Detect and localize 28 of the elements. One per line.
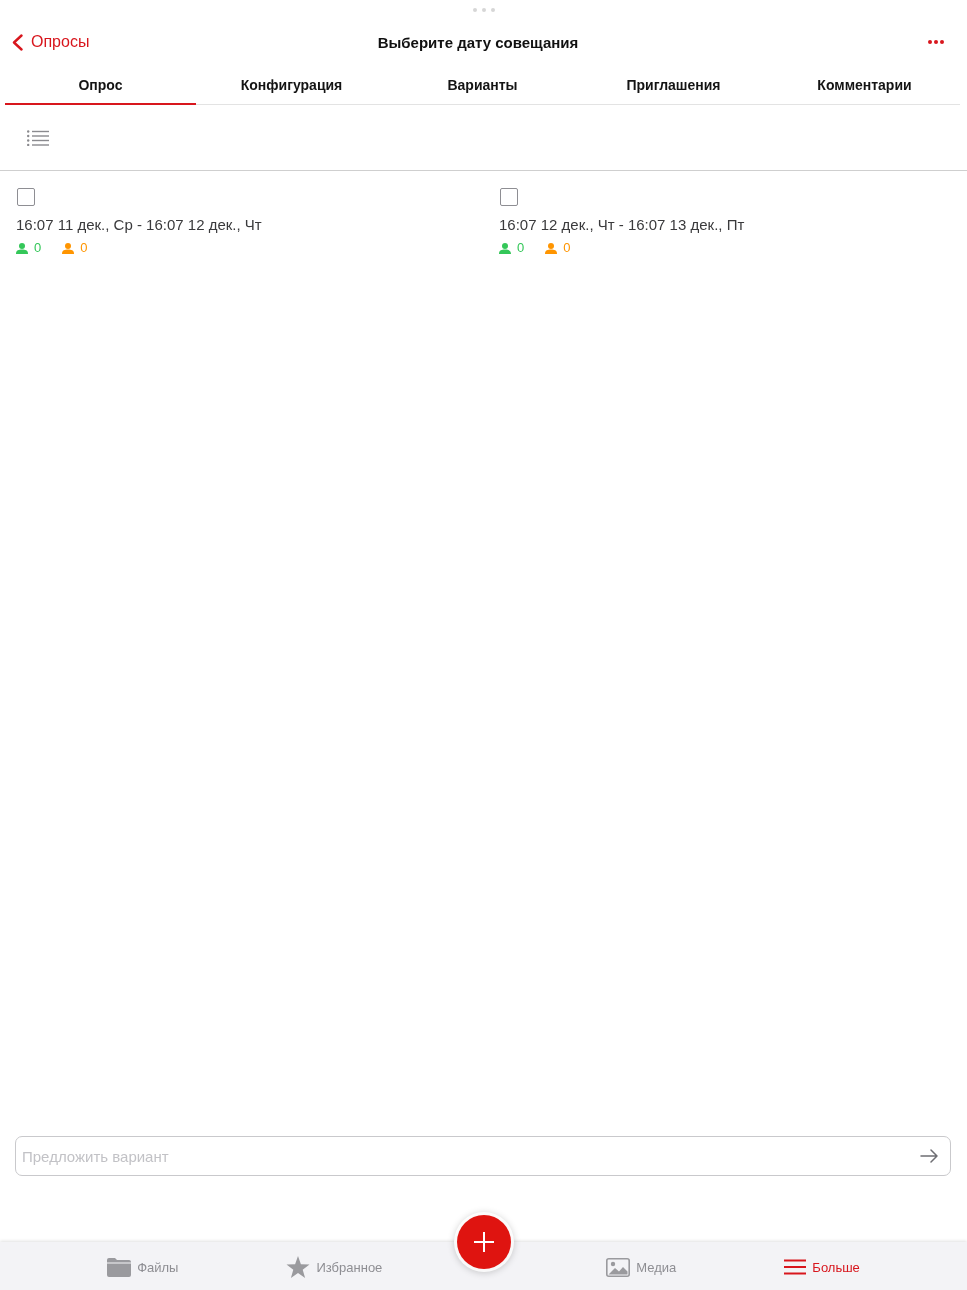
chevron-left-icon: [12, 33, 23, 51]
folder-icon: [107, 1257, 132, 1277]
plus-icon: [473, 1232, 494, 1252]
tab[interactable]: Опрос: [5, 64, 196, 105]
tab-bar-item[interactable]: Больше: [784, 1259, 860, 1275]
vote-count: 0: [517, 240, 525, 256]
suggest-field[interactable]: Предложить вариант: [15, 1136, 951, 1176]
arrow-right-icon[interactable]: [920, 1149, 938, 1163]
date-range-label: 16:07 11 дек., Ср - 16:07 12 дек., Чт: [16, 215, 262, 235]
handle-icon[interactable]: [472, 8, 495, 12]
vote-count: 0: [80, 240, 88, 256]
tab[interactable]: Приглашения: [578, 64, 769, 105]
list-icon[interactable]: [27, 129, 49, 146]
image-icon: [606, 1257, 631, 1277]
date-range-label: 16:07 12 дек., Чт - 16:07 13 дек., Пт: [499, 215, 745, 235]
screen-title: Выберите дату совещания: [377, 33, 579, 51]
back-link[interactable]: Опросы: [12, 33, 90, 51]
tab[interactable]: Конфигурация: [196, 64, 387, 105]
vote-count: 0: [34, 240, 42, 256]
checkbox[interactable]: [500, 188, 518, 206]
tab[interactable]: Комментарии: [769, 64, 960, 105]
star-icon: [286, 1255, 311, 1279]
menu-icon: [784, 1259, 807, 1275]
vote-count: 0: [563, 240, 571, 256]
add-button[interactable]: [456, 1215, 511, 1269]
checkbox[interactable]: [17, 188, 35, 206]
more-icon[interactable]: [928, 40, 944, 44]
tab[interactable]: Варианты: [387, 64, 578, 105]
